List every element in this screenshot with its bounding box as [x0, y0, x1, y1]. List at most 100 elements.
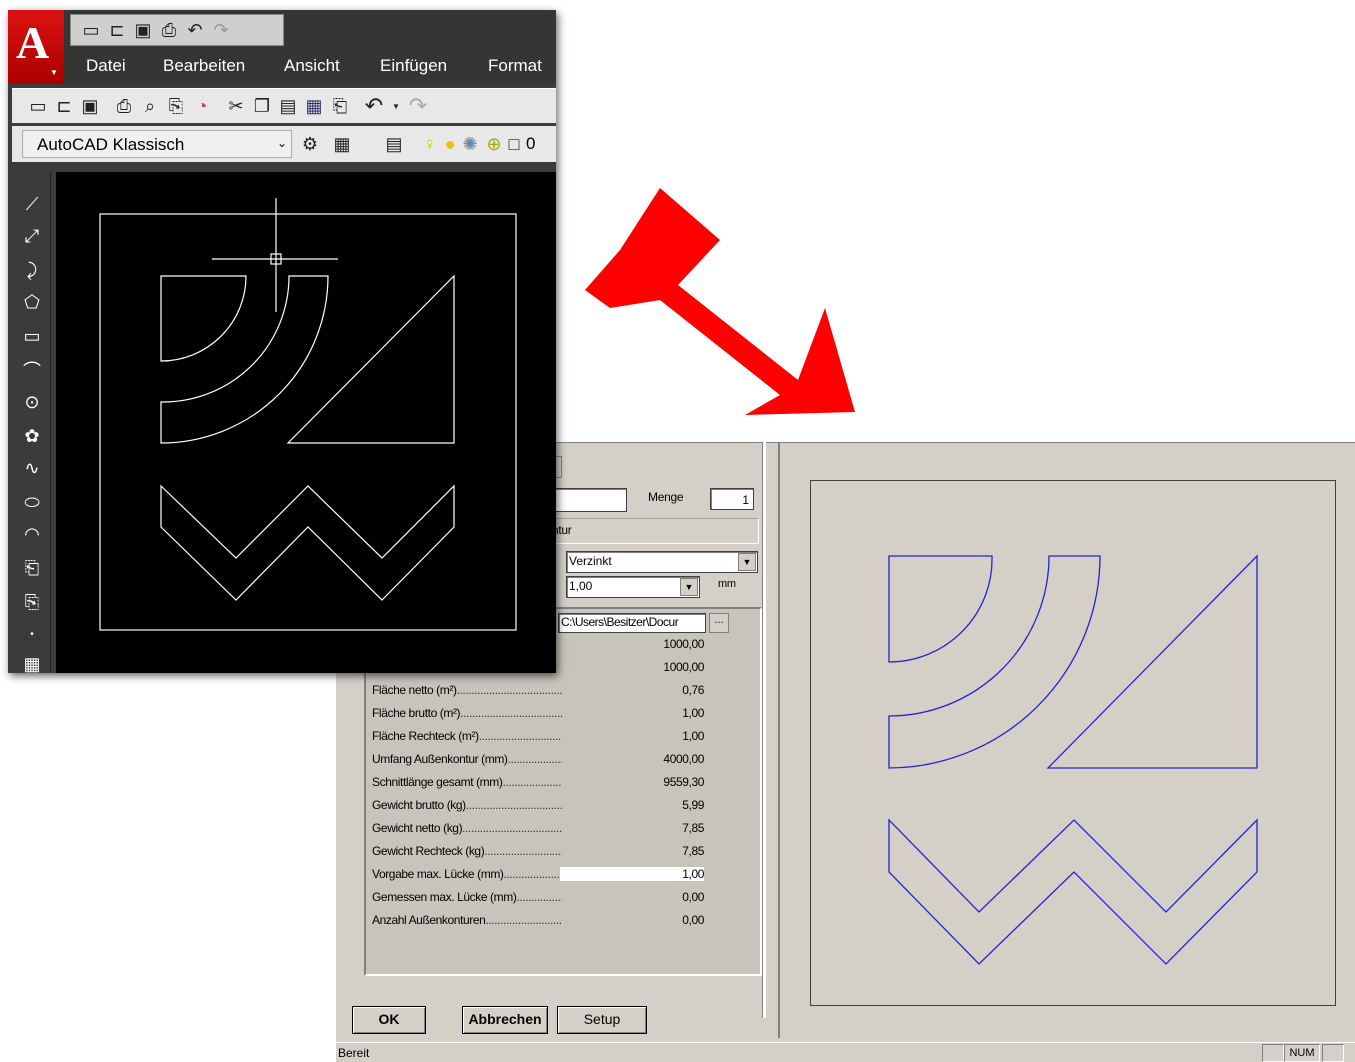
setup-button[interactable]: Setup [557, 1006, 647, 1034]
revision-cloud-icon[interactable]: ✿ [20, 424, 44, 448]
print-icon[interactable]: ⎙ [112, 94, 136, 118]
prop-value: 7,85 [682, 844, 704, 858]
open-folder-icon[interactable]: ⊏ [105, 18, 129, 42]
num-indicator: NUM [1284, 1044, 1320, 1062]
width-value: 1000,00 [663, 637, 704, 651]
height-value: 1000,00 [663, 660, 704, 674]
prop-label: Fläche brutto (m²) [372, 706, 562, 720]
make-block-icon[interactable]: ⎘ [20, 590, 44, 614]
path-field[interactable]: C:\Users\Besitzer\Docur [558, 613, 706, 633]
polygon-icon[interactable]: ⬠ [20, 290, 44, 314]
rectangle-icon[interactable]: ▭ [20, 324, 44, 348]
redo-icon[interactable]: ↷ [406, 93, 430, 118]
arc-icon[interactable]: ⌒ [20, 358, 44, 382]
paste-icon[interactable]: ▤ [276, 94, 300, 118]
autocad-window: A ▼ ▭ ⊏ ▣ ⎙ ↶ ↷ Datei Bearbeiten Ansicht… [8, 10, 556, 676]
menu-bearbeiten[interactable]: Bearbeiten [163, 56, 245, 76]
draw-toolbar: ⟋ ⤢ ⤸ ⬠ ▭ ⌒ ⊙ ✿ ∿ ⬭ ◠ ⎗ ⎘ • ▦ [12, 172, 51, 676]
prop-label: Gemessen max. Lücke (mm) [372, 890, 562, 904]
autocad-logo[interactable]: A ▼ [8, 10, 64, 84]
chevron-down-icon[interactable]: ▼ [50, 68, 58, 77]
color-swatch-icon[interactable]: □ [502, 132, 526, 156]
autocad-a-icon: A [16, 17, 50, 68]
cad-drawing [99, 198, 517, 631]
prop-value: 7,85 [682, 821, 704, 835]
copy-icon[interactable]: ❐ [250, 94, 274, 118]
thickness-value: 1,00 [569, 579, 593, 593]
layer-manager-icon[interactable]: ▤ [382, 132, 406, 156]
prop-label: Gewicht brutto (kg) [372, 798, 562, 812]
menu-einfuegen[interactable]: Einfügen [380, 56, 447, 76]
render-icon[interactable]: ◔ [190, 94, 214, 118]
name-field[interactable] [551, 488, 627, 512]
part-preview [888, 554, 1258, 965]
insert-block-icon[interactable]: ⎗ [20, 556, 44, 580]
status-text: Bereit [338, 1046, 370, 1060]
polyline-icon[interactable]: ⤸ [20, 258, 44, 282]
print-icon[interactable]: ⎙ [157, 18, 181, 42]
workspace-value: AutoCAD Klassisch [37, 135, 185, 154]
material-select[interactable]: Verzinkt ▼ [566, 551, 758, 573]
undo-icon[interactable]: ↶ [362, 93, 386, 118]
circle-icon[interactable]: ⊙ [20, 390, 44, 414]
path-value: C:\Users\Besitzer\Docur [561, 615, 679, 629]
save-icon[interactable]: ▣ [78, 94, 102, 118]
ok-button[interactable]: OK [352, 1006, 426, 1034]
menge-input[interactable]: 1 [710, 488, 754, 510]
chevron-down-icon[interactable]: ▼ [680, 578, 698, 596]
thickness-select[interactable]: 1,00 ▼ [566, 576, 700, 598]
open-folder-icon[interactable]: ⊏ [52, 94, 76, 118]
prop-label: Gewicht Rechteck (kg) [372, 844, 562, 858]
chevron-down-icon[interactable]: ▼ [384, 94, 408, 118]
menu-datei[interactable]: Datei [86, 56, 126, 76]
quarter-circle-shape [160, 275, 247, 362]
cut-icon[interactable]: ✂ [224, 94, 248, 118]
status-panel [1262, 1044, 1284, 1062]
line-icon[interactable]: ⟋ [20, 192, 44, 216]
preview-panel [778, 442, 1355, 1038]
arc-band-shape [888, 555, 1101, 769]
menu-ansicht[interactable]: Ansicht [284, 56, 340, 76]
construction-line-icon[interactable]: ⤢ [20, 224, 44, 248]
zigzag-shape [160, 484, 455, 601]
menu-format[interactable]: Format [488, 56, 542, 76]
chevron-down-icon[interactable]: ⌄ [277, 136, 287, 150]
ellipse-icon[interactable]: ⬭ [20, 490, 44, 514]
prop-value: 1,00 [682, 729, 704, 743]
new-file-icon[interactable]: ▭ [79, 18, 103, 42]
prop-label: Fläche Rechteck (m²) [372, 729, 562, 743]
arc-band-shape [160, 275, 329, 444]
spline-icon[interactable]: ∿ [20, 456, 44, 480]
redo-icon[interactable]: ↷ [209, 18, 233, 42]
zigzag-shape [888, 818, 1258, 965]
freeze-icon[interactable]: ✺ [458, 132, 482, 156]
hatch-icon[interactable]: ▦ [20, 652, 44, 676]
print-preview-icon[interactable]: ⌕ [138, 94, 162, 118]
cancel-button[interactable]: Abbrechen [462, 1006, 548, 1034]
workspace-select[interactable]: AutoCAD Klassisch ⌄ [22, 130, 292, 158]
menge-label: Menge [648, 490, 684, 504]
chevron-down-icon[interactable]: ▼ [738, 553, 756, 571]
triangle-shape [1046, 554, 1258, 769]
prop-value: 4000,00 [663, 752, 704, 766]
prop-value: 0,00 [682, 913, 704, 927]
drawing-canvas[interactable] [56, 172, 556, 673]
max-gap-input[interactable]: 1,00 [560, 867, 704, 881]
unit-label: mm [718, 578, 736, 590]
match-properties-icon[interactable]: ▦ [302, 94, 326, 118]
gear-icon[interactable]: ⚙ [298, 132, 322, 156]
prop-label: Vorgabe max. Lücke (mm) [372, 867, 562, 881]
layer-name: 0 [526, 134, 536, 153]
workspace-settings-icon[interactable]: ▦ [330, 132, 354, 156]
undo-icon[interactable]: ↶ [183, 18, 207, 42]
prop-value: 0,76 [682, 683, 704, 697]
browse-button[interactable]: ... [709, 613, 729, 633]
ellipse-arc-icon[interactable]: ◠ [20, 522, 44, 546]
save-icon[interactable]: ▣ [131, 18, 155, 42]
point-icon[interactable]: • [20, 622, 44, 646]
publish-icon[interactable]: ⎘ [164, 94, 188, 118]
block-editor-icon[interactable]: ⎗ [328, 94, 352, 118]
prop-label: Fläche netto (m²) [372, 683, 562, 697]
prop-label: Anzahl Außenkonturen [372, 913, 562, 927]
new-file-icon[interactable]: ▭ [26, 94, 50, 118]
